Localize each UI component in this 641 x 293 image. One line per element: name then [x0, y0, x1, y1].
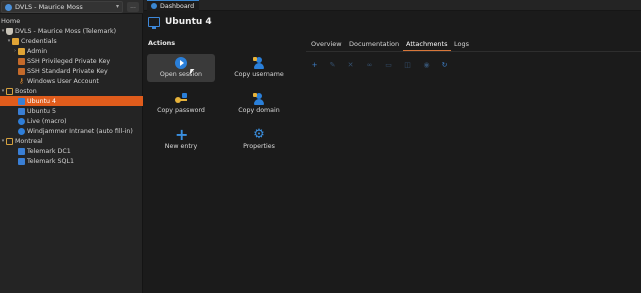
- tree-item[interactable]: Ubuntu 5: [0, 106, 143, 116]
- tab-attachments[interactable]: Attachments: [403, 38, 450, 51]
- tree-item[interactable]: ▾ Boston: [0, 86, 143, 96]
- tab-documentation[interactable]: Documentation: [349, 38, 399, 51]
- plus-icon: +: [175, 125, 189, 144]
- folder-icon: [6, 87, 13, 95]
- play-icon: [175, 57, 187, 69]
- copy-password-label: Copy password: [157, 107, 205, 114]
- tree-item-label: Ubuntu 5: [27, 107, 57, 115]
- tree-item[interactable]: Live (macro): [0, 116, 143, 126]
- detail-tabs: Overview Documentation Attachments Logs: [306, 38, 641, 51]
- refresh-icon[interactable]: ↻: [440, 60, 449, 70]
- tree-item[interactable]: Telemark DC1: [0, 146, 143, 156]
- database-icon: [6, 27, 13, 35]
- new-entry-label: New entry: [164, 143, 198, 150]
- copy-domain-button[interactable]: Copy domain: [225, 90, 293, 118]
- home-label: Home: [1, 17, 21, 25]
- tree-item[interactable]: SSH Standard Private Key: [0, 66, 143, 76]
- vault-name: DVLS - Maurice Moss: [15, 3, 83, 11]
- tree-item[interactable]: Windjammer Intranet (auto fill-in): [0, 126, 143, 136]
- domain-icon: [253, 93, 265, 105]
- tree-item[interactable]: Telemark SQL1: [0, 156, 143, 166]
- tree-item-label: SSH Privileged Private Key: [27, 57, 111, 65]
- tab-dashboard[interactable]: Dashboard: [147, 0, 200, 11]
- navigation-pane: DVLS - Maurice Moss ▾ ... Home ▾ DVLS - M…: [0, 0, 143, 293]
- open-icon[interactable]: ◫: [403, 60, 412, 70]
- tree-item-label: Credentials: [21, 37, 57, 45]
- copy-username-label: Copy username: [234, 71, 284, 78]
- add-icon[interactable]: +: [310, 60, 319, 70]
- web-icon: [18, 117, 25, 125]
- tree-item[interactable]: Ubuntu 4: [0, 96, 143, 106]
- folder-icon: [6, 137, 13, 145]
- open-session-button[interactable]: Open session: [147, 54, 215, 82]
- open-session-label: Open session: [159, 71, 203, 78]
- link-icon[interactable]: ∞: [365, 60, 374, 70]
- properties-label: Properties: [243, 143, 275, 150]
- navigation-tree: ▾ DVLS - Maurice Moss (Telemark) ▾ Credenti…: [0, 26, 143, 166]
- tree-item[interactable]: ▾ Credentials: [0, 36, 143, 46]
- document-tab-bar: Dashboard: [144, 0, 641, 11]
- tree-item[interactable]: ▾ Montreal: [0, 136, 143, 146]
- monitor-icon: [18, 107, 25, 115]
- tree-item-label: Boston: [15, 87, 37, 95]
- tab-overview[interactable]: Overview: [311, 38, 342, 51]
- private-key-icon: [18, 67, 25, 75]
- vault-bar: DVLS - Maurice Moss ▾ ...: [0, 0, 143, 14]
- vault-icon: [5, 3, 12, 11]
- tab-divider: [306, 51, 641, 52]
- vault-selector[interactable]: DVLS - Maurice Moss ▾: [1, 1, 123, 13]
- new-entry-button[interactable]: + New entry: [147, 126, 215, 154]
- tree-item-label: Live (macro): [27, 117, 67, 125]
- copy-username-button[interactable]: Copy username: [225, 54, 293, 82]
- entry-title: Ubuntu 4: [165, 17, 212, 27]
- entry-header: Ubuntu 4: [144, 12, 641, 34]
- user-icon: [253, 57, 265, 69]
- tab-logs[interactable]: Logs: [454, 38, 469, 51]
- tree-item-label: Montreal: [15, 137, 43, 145]
- save-icon[interactable]: ▭: [384, 60, 393, 70]
- monitor-icon: [18, 97, 25, 105]
- monitor-icon: [18, 157, 25, 165]
- tree-item-label: Admin: [27, 47, 48, 55]
- view-icon[interactable]: ◉: [422, 60, 431, 70]
- delete-icon[interactable]: ✕: [346, 60, 355, 70]
- copy-password-button[interactable]: Copy password: [147, 90, 215, 118]
- folder-icon: [12, 37, 19, 45]
- vault-more-button[interactable]: ...: [127, 2, 139, 12]
- tree-item[interactable]: ▾ DVLS - Maurice Moss (Telemark): [0, 26, 143, 36]
- actions-heading: Actions: [148, 39, 176, 47]
- tree-item-label: Windows User Account: [27, 77, 99, 85]
- tree-item-label: SSH Standard Private Key: [27, 67, 108, 75]
- tree-item-label: Telemark SQL1: [27, 157, 74, 165]
- tree-item[interactable]: SSH Privileged Private Key: [0, 56, 143, 66]
- gear-icon: ⚙: [253, 127, 265, 142]
- dashboard-icon: [151, 3, 157, 9]
- tree-item[interactable]: ⚷ Windows User Account: [0, 76, 143, 86]
- tab-label: Dashboard: [160, 2, 195, 10]
- tree-item-label: Ubuntu 4: [27, 97, 57, 105]
- tree-item[interactable]: › Admin: [0, 46, 143, 56]
- monitor-icon: [148, 17, 160, 29]
- tree-item-label: DVLS - Maurice Moss (Telemark): [15, 27, 117, 35]
- private-key-icon: [18, 57, 25, 65]
- mouse-pointer-icon: [189, 69, 195, 75]
- attachments-toolbar: + ✎ ✕ ∞ ▭ ◫ ◉ ↻: [310, 60, 460, 72]
- tree-item-label: Telemark DC1: [27, 147, 71, 155]
- web-icon: [18, 127, 25, 135]
- chevron-down-icon: ▾: [115, 3, 119, 10]
- copy-domain-label: Copy domain: [238, 107, 280, 114]
- monitor-icon: [18, 147, 25, 155]
- properties-button[interactable]: ⚙ Properties: [225, 126, 293, 154]
- key-icon: ⚷: [18, 76, 25, 85]
- tree-item-label: Windjammer Intranet (auto fill-in): [27, 127, 133, 135]
- key-icon: [175, 93, 187, 105]
- folder-icon: [18, 47, 25, 55]
- edit-icon[interactable]: ✎: [328, 60, 337, 70]
